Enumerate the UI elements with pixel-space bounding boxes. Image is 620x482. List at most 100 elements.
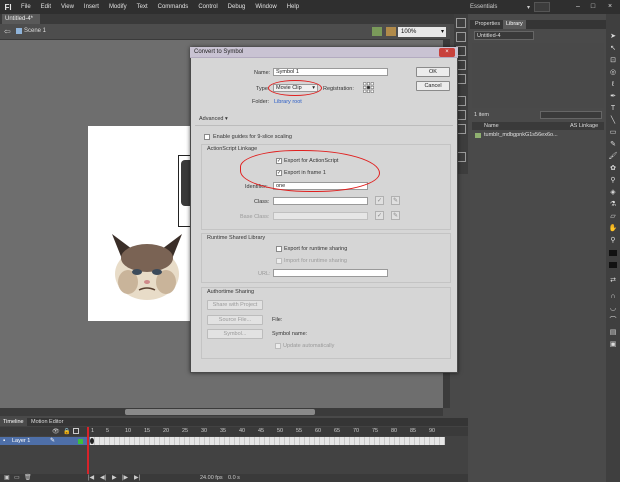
menu-edit[interactable]: Edit	[36, 4, 56, 10]
menu-text[interactable]: Text	[132, 4, 153, 10]
library-search-input[interactable]	[540, 111, 602, 119]
fps-readout[interactable]: 24.00 fps	[200, 475, 223, 481]
go-to-last-icon[interactable]: ▶|	[134, 474, 140, 481]
pencil-tool-icon[interactable]: ✎	[608, 140, 618, 149]
registration-grid-icon[interactable]	[363, 82, 374, 93]
snap-to-objects-icon[interactable]: ∩	[608, 292, 618, 301]
menu-modify[interactable]: Modify	[104, 4, 132, 10]
step-back-icon[interactable]: ◀|	[100, 474, 106, 481]
menu-window[interactable]: Window	[250, 4, 281, 10]
outline-icon[interactable]	[73, 428, 79, 434]
edit-bar: ⇦ Scene 1 100% ▾	[0, 24, 450, 40]
ruler-label: 45	[258, 428, 265, 434]
color-panel-icon[interactable]	[456, 18, 466, 28]
base-class-label: Base Class:	[240, 214, 270, 220]
edit-scene-icon[interactable]	[372, 27, 382, 36]
library-document-select[interactable]: Untitled-4	[474, 31, 534, 40]
free-transform-tool-icon[interactable]: ⊡	[608, 56, 618, 65]
deco-tool-icon[interactable]: ✿	[608, 164, 618, 173]
option-tool-icon[interactable]: ▣	[608, 340, 618, 349]
bone-tool-icon[interactable]: ⚲	[608, 176, 618, 185]
frame-grid[interactable]	[90, 437, 445, 445]
ruler-label: 1	[91, 428, 95, 434]
keyframe[interactable]	[90, 438, 94, 444]
step-forward-icon[interactable]: |▶	[122, 474, 128, 481]
hand-tool-icon[interactable]: ✋	[608, 224, 618, 233]
smooth-icon[interactable]: ◡	[608, 304, 618, 313]
eraser-tool-icon[interactable]: ▱	[608, 212, 618, 221]
maximize-button[interactable]: □	[587, 2, 599, 12]
rectangle-tool-icon[interactable]: ▭	[608, 128, 618, 137]
minimize-button[interactable]: –	[572, 2, 584, 12]
zoom-select[interactable]: 100% ▾	[398, 27, 446, 37]
tab-library[interactable]: Library	[503, 20, 526, 29]
swatches-panel-icon[interactable]	[456, 32, 466, 42]
annotation-ellipse	[240, 150, 380, 192]
tab-properties[interactable]: Properties	[472, 20, 503, 29]
dialog-close-button[interactable]: ×	[439, 48, 455, 57]
chevron-down-icon: ▾	[225, 116, 228, 122]
paint-bucket-tool-icon[interactable]: ◈	[608, 188, 618, 197]
line-tool-icon[interactable]: ╲	[608, 116, 618, 125]
menu-insert[interactable]: Insert	[79, 4, 104, 10]
library-item[interactable]: tumblr_mdbgpnkG1s56ex6o...	[472, 131, 604, 139]
3d-rotation-tool-icon[interactable]: ◎	[608, 68, 618, 77]
lock-icon[interactable]: 🔒	[63, 428, 70, 435]
validate-class-icon[interactable]: ✓	[375, 196, 384, 205]
ok-button[interactable]: OK	[416, 67, 450, 77]
close-window-button[interactable]: ×	[604, 2, 616, 12]
name-input[interactable]: Symbol 1	[273, 68, 388, 76]
menu-control[interactable]: Control	[193, 4, 222, 10]
document-tab[interactable]: Untitled-4*	[2, 14, 40, 24]
column-as-linkage[interactable]: AS Linkage	[570, 122, 598, 130]
menu-commands[interactable]: Commands	[153, 4, 194, 10]
trash-icon[interactable]: 🗑	[24, 474, 32, 481]
zoom-tool-icon[interactable]: ⚲	[608, 236, 618, 245]
ruler-label: 35	[220, 428, 227, 434]
horizontal-scroll-thumb[interactable]	[125, 409, 315, 415]
scene-label: Scene 1	[24, 28, 47, 34]
menu-debug[interactable]: Debug	[223, 4, 251, 10]
class-input[interactable]	[273, 197, 368, 205]
pen-tool-icon[interactable]: ✒	[608, 92, 618, 101]
layer-outline-color-icon[interactable]	[78, 439, 83, 444]
cat-image[interactable]	[106, 232, 188, 304]
back-arrow-icon[interactable]: ⇦	[4, 27, 11, 36]
new-folder-icon[interactable]: ▭	[14, 474, 20, 481]
new-layer-icon[interactable]: ▣	[4, 474, 10, 481]
eyedropper-tool-icon[interactable]: ⚗	[608, 200, 618, 209]
column-name[interactable]: Name	[484, 122, 499, 130]
eye-icon[interactable]: 👁	[52, 428, 60, 435]
export-runtime-checkbox[interactable]	[276, 246, 282, 252]
menu-help[interactable]: Help	[282, 4, 304, 10]
swap-colors-icon[interactable]: ⇄	[608, 276, 618, 285]
straighten-icon[interactable]: ⌒	[608, 316, 618, 325]
nine-slice-checkbox[interactable]	[204, 134, 210, 140]
fill-color-icon[interactable]	[608, 262, 618, 271]
layer-name[interactable]: Layer 1	[12, 437, 30, 445]
edit-class-icon[interactable]: ✎	[391, 196, 400, 205]
go-to-first-icon[interactable]: |◀	[88, 474, 94, 481]
play-icon[interactable]: ▶	[112, 474, 117, 481]
help-search-input[interactable]	[534, 2, 550, 12]
tab-motion-editor[interactable]: Motion Editor	[28, 418, 66, 426]
text-tool-icon[interactable]: T	[608, 104, 618, 113]
menu-file[interactable]: File	[16, 4, 36, 10]
folder-link[interactable]: Library root	[274, 99, 302, 105]
menu-view[interactable]: View	[56, 4, 79, 10]
lasso-tool-icon[interactable]: ℓ	[608, 80, 618, 89]
url-input[interactable]	[273, 269, 388, 277]
document-tab-bar: Untitled-4*	[0, 14, 468, 24]
subselection-tool-icon[interactable]: ↖	[608, 44, 618, 53]
workspace-switcher[interactable]: Essentials ▾	[470, 2, 530, 12]
options-icon[interactable]: ▤	[608, 328, 618, 337]
cancel-button[interactable]: Cancel	[416, 81, 450, 91]
stroke-color-icon[interactable]	[608, 250, 618, 259]
folder-label: Folder:	[252, 99, 270, 105]
edit-symbols-icon[interactable]	[386, 27, 396, 36]
brush-tool-icon[interactable]: 🖌	[608, 152, 618, 161]
advanced-toggle[interactable]: Advanced ▾	[199, 116, 228, 122]
tab-timeline[interactable]: Timeline	[0, 418, 27, 426]
selection-tool-icon[interactable]: ➤	[608, 32, 618, 41]
ruler-label: 25	[182, 428, 189, 434]
